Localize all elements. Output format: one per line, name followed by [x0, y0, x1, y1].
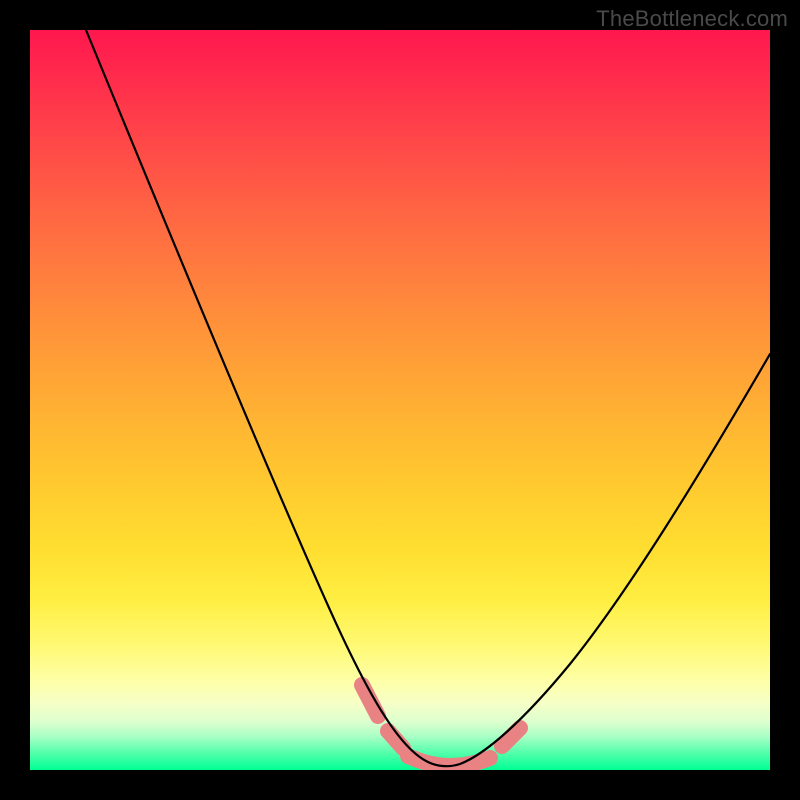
highlight-right: [502, 728, 520, 746]
watermark-label: TheBottleneck.com: [596, 6, 788, 32]
main-v-curve: [86, 30, 770, 766]
chart-frame: TheBottleneck.com: [0, 0, 800, 800]
curve-layer: [30, 30, 770, 770]
plot-area: [30, 30, 770, 770]
